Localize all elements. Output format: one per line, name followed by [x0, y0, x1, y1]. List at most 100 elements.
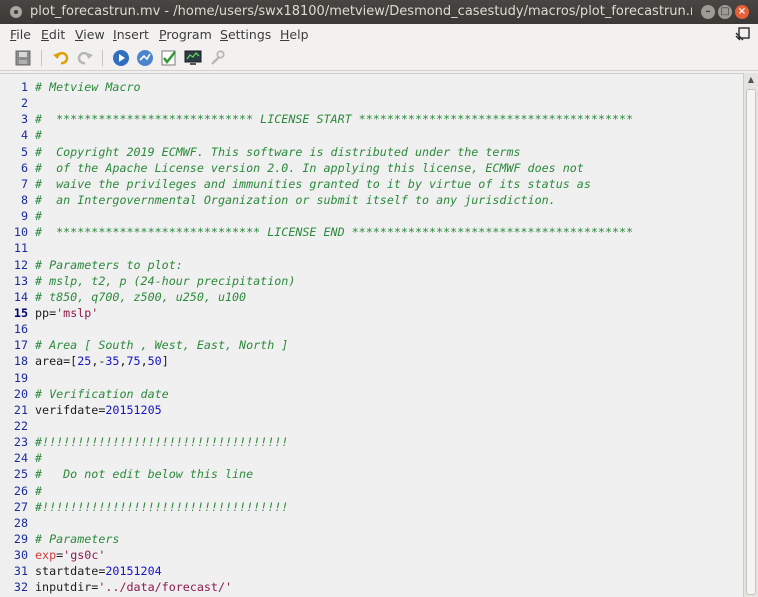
- line-number: 27: [13, 499, 28, 514]
- menu-help[interactable]: Help: [280, 27, 309, 42]
- code-line[interactable]: 20 # Verification date: [0, 386, 743, 402]
- code-token-comment: # Verification date: [35, 386, 169, 401]
- line-text: # Area [ South , West, East, North ]: [35, 337, 288, 353]
- undo-icon[interactable]: [52, 49, 70, 67]
- redo-icon[interactable]: [76, 49, 94, 67]
- monitor-icon[interactable]: [184, 49, 202, 67]
- code-line[interactable]: 10 # ***************************** LICENS…: [0, 224, 743, 240]
- close-icon[interactable]: ×: [735, 5, 749, 19]
- line-text: # t850, q700, z500, u250, u100: [35, 289, 246, 305]
- vertical-scrollbar[interactable]: ▲: [743, 73, 758, 597]
- line-number: 13: [13, 273, 28, 288]
- title-bar: plot_forecastrun.mv - /home/users/swx181…: [0, 0, 758, 24]
- code-token-plain: startdate=: [35, 564, 106, 579]
- line-number: 6: [20, 160, 28, 175]
- line-text: # Parameters: [35, 531, 119, 547]
- code-line[interactable]: 29 # Parameters: [0, 531, 743, 547]
- line-text: verifdate=20151205: [35, 402, 162, 418]
- code-token-string: 'gs0c': [63, 548, 106, 563]
- code-line[interactable]: 30 exp='gs0c': [0, 547, 743, 563]
- code-line[interactable]: 9 #: [0, 208, 743, 224]
- visualise-icon[interactable]: [136, 49, 154, 67]
- code-token-plain: ]: [161, 354, 169, 369]
- code-line[interactable]: 18 area=[25,-35,75,50]: [0, 353, 743, 369]
- code-token-comment: # Copyright 2019 ECMWF. This software is…: [35, 144, 521, 159]
- code-line[interactable]: 24 #: [0, 450, 743, 466]
- line-number: 3: [20, 112, 28, 127]
- code-line[interactable]: 13 # mslp, t2, p (24-hour precipitation): [0, 273, 743, 289]
- menu-program[interactable]: Program: [159, 27, 212, 42]
- line-number: 11: [13, 241, 28, 256]
- code-token-comment: #: [35, 451, 43, 466]
- code-lines[interactable]: 1 # Metview Macro 2 3 # ********************…: [0, 79, 743, 596]
- check-icon[interactable]: [160, 49, 178, 67]
- code-line[interactable]: 4 #: [0, 127, 743, 143]
- line-text: exp='gs0c': [35, 547, 105, 563]
- menu-view[interactable]: View: [75, 27, 105, 42]
- save-icon[interactable]: [14, 49, 32, 67]
- maximize-icon[interactable]: □: [718, 5, 732, 19]
- line-number: 31: [13, 564, 28, 579]
- line-text: # of the Apache License version 2.0. In …: [35, 160, 584, 176]
- code-line[interactable]: 31 startdate=20151204: [0, 563, 743, 579]
- code-line[interactable]: 16: [0, 321, 743, 337]
- code-line[interactable]: 17 # Area [ South , West, East, North ]: [0, 337, 743, 353]
- menu-settings[interactable]: Settings: [220, 27, 271, 42]
- code-line[interactable]: 22: [0, 418, 743, 434]
- code-line[interactable]: 21 verifdate=20151205: [0, 402, 743, 418]
- line-text: area=[25,-35,75,50]: [35, 353, 169, 369]
- code-line[interactable]: 32 inputdir='../data/forecast/': [0, 579, 743, 595]
- code-token-comment: # Metview Macro: [35, 80, 141, 94]
- code-line[interactable]: 5 # Copyright 2019 ECMWF. This software i…: [0, 144, 743, 160]
- code-token-plain: pp=: [35, 305, 57, 320]
- scroll-thumb[interactable]: [746, 89, 756, 595]
- menu-edit[interactable]: Edit: [41, 27, 65, 42]
- toolbar-separator: [41, 50, 42, 66]
- line-number: 30: [13, 548, 28, 563]
- code-line[interactable]: 19: [0, 370, 743, 386]
- menu-insert[interactable]: Insert: [113, 27, 149, 42]
- code-line[interactable]: 15 pp='mslp': [0, 305, 743, 321]
- line-number: 1: [20, 80, 28, 94]
- code-token-comment: # Do not edit below this line: [35, 467, 254, 482]
- code-line[interactable]: 14 # t850, q700, z500, u250, u100: [0, 289, 743, 305]
- line-text: # mslp, t2, p (24-hour precipitation): [35, 273, 295, 289]
- code-line[interactable]: 26 #: [0, 483, 743, 499]
- code-line[interactable]: 12 # Parameters to plot:: [0, 257, 743, 273]
- code-line[interactable]: 27 #!!!!!!!!!!!!!!!!!!!!!!!!!!!!!!!!!!!: [0, 499, 743, 515]
- line-number: 14: [13, 289, 28, 304]
- menu-file[interactable]: File: [10, 27, 31, 42]
- detach-icon[interactable]: [735, 26, 751, 42]
- line-number: 17: [13, 338, 28, 353]
- code-line[interactable]: 2: [0, 95, 743, 111]
- run-icon[interactable]: [112, 49, 130, 67]
- line-number: 24: [13, 451, 28, 466]
- minimize-icon[interactable]: –: [701, 5, 715, 19]
- code-line[interactable]: 23 #!!!!!!!!!!!!!!!!!!!!!!!!!!!!!!!!!!!: [0, 434, 743, 450]
- code-line[interactable]: 28: [0, 515, 743, 531]
- code-line[interactable]: 11: [0, 240, 743, 256]
- code-line[interactable]: 7 # waive the privileges and immunities g…: [0, 176, 743, 192]
- line-text: #!!!!!!!!!!!!!!!!!!!!!!!!!!!!!!!!!!!: [35, 434, 288, 450]
- code-line[interactable]: 8 # an Intergovernmental Organization or …: [0, 192, 743, 208]
- tools-icon[interactable]: [208, 49, 226, 67]
- code-token-number: 20151205: [105, 402, 162, 417]
- code-token-number: 75: [126, 354, 141, 369]
- code-token-comment: #: [35, 128, 43, 143]
- line-number: 7: [20, 176, 28, 191]
- window-title: plot_forecastrun.mv - /home/users/swx181…: [30, 4, 692, 19]
- line-text: # **************************** LICENSE S…: [35, 111, 633, 127]
- line-number: 2: [20, 96, 28, 111]
- line-number: 9: [20, 209, 28, 224]
- code-token-comment: # **************************** LICENSE S…: [35, 112, 634, 127]
- line-number: 10: [13, 225, 28, 240]
- code-line[interactable]: 6 # of the Apache License version 2.0. In…: [0, 160, 743, 176]
- scroll-up-icon[interactable]: ▲: [744, 73, 758, 87]
- code-editor[interactable]: 1 # Metview Macro 2 3 # ********************…: [0, 73, 743, 597]
- code-line[interactable]: 25 # Do not edit below this line: [0, 466, 743, 482]
- code-line[interactable]: 1 # Metview Macro: [0, 79, 743, 95]
- app-icon[interactable]: [10, 6, 22, 18]
- code-token-kw: exp: [35, 548, 57, 563]
- code-line[interactable]: 3 # **************************** LICENSE …: [0, 111, 743, 127]
- line-text: # Metview Macro: [35, 79, 141, 95]
